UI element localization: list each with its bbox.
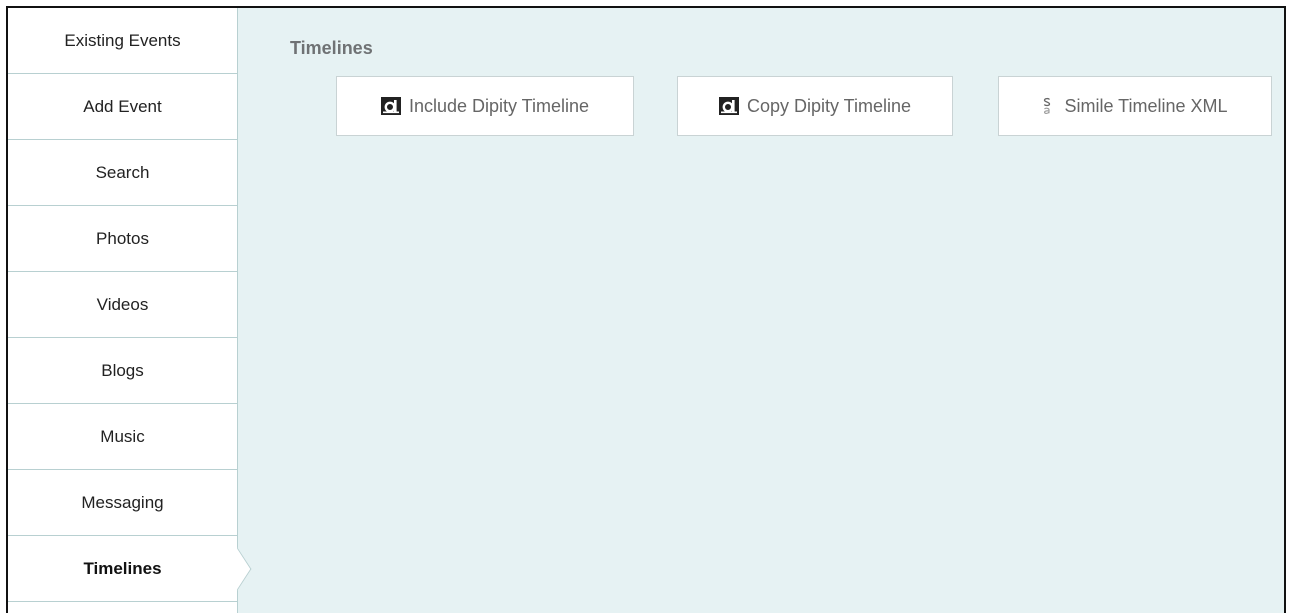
tab-partial-next[interactable] xyxy=(8,602,237,612)
dipity-icon xyxy=(718,97,739,115)
tab-label: Messaging xyxy=(81,492,164,512)
tab-existing-events[interactable]: Existing Events xyxy=(8,8,237,74)
include-dipity-timeline-button[interactable]: Include Dipity Timeline xyxy=(336,76,634,136)
button-label: Include Dipity Timeline xyxy=(408,95,590,116)
tab-label: Blogs xyxy=(101,360,144,380)
simile-icon xyxy=(1042,97,1052,115)
copy-dipity-timeline-button[interactable]: Copy Dipity Timeline xyxy=(677,76,953,136)
simile-timeline-xml-button[interactable]: Simile Timeline XML xyxy=(998,76,1272,136)
tab-label: Videos xyxy=(96,294,149,314)
tab-label: Music xyxy=(100,426,145,446)
tab-videos[interactable]: Videos xyxy=(8,272,237,338)
tab-label: Photos xyxy=(96,228,149,248)
app-frame: Existing Events Add Event Search Photos … xyxy=(6,6,1286,613)
tab-messaging[interactable]: Messaging xyxy=(8,470,237,536)
tab-label: Timelines xyxy=(83,558,162,578)
tab-timelines[interactable]: Timelines xyxy=(8,536,237,602)
tab-photos[interactable]: Photos xyxy=(8,206,237,272)
button-label: Simile Timeline XML xyxy=(1064,95,1228,116)
page-title: Timelines xyxy=(290,38,373,58)
tab-search[interactable]: Search xyxy=(8,140,237,206)
content-panel: Timelines Include Dipity Timeline Copy D… xyxy=(238,8,1284,613)
button-label: Copy Dipity Timeline xyxy=(746,95,912,116)
dipity-icon xyxy=(380,97,401,115)
tab-label: Existing Events xyxy=(64,30,181,50)
tab-add-event[interactable]: Add Event xyxy=(8,74,237,140)
tab-label: Search xyxy=(95,162,150,182)
tab-music[interactable]: Music xyxy=(8,404,237,470)
tab-blogs[interactable]: Blogs xyxy=(8,338,237,404)
tab-label: Add Event xyxy=(83,96,162,116)
sidebar-tabs: Existing Events Add Event Search Photos … xyxy=(8,8,238,613)
